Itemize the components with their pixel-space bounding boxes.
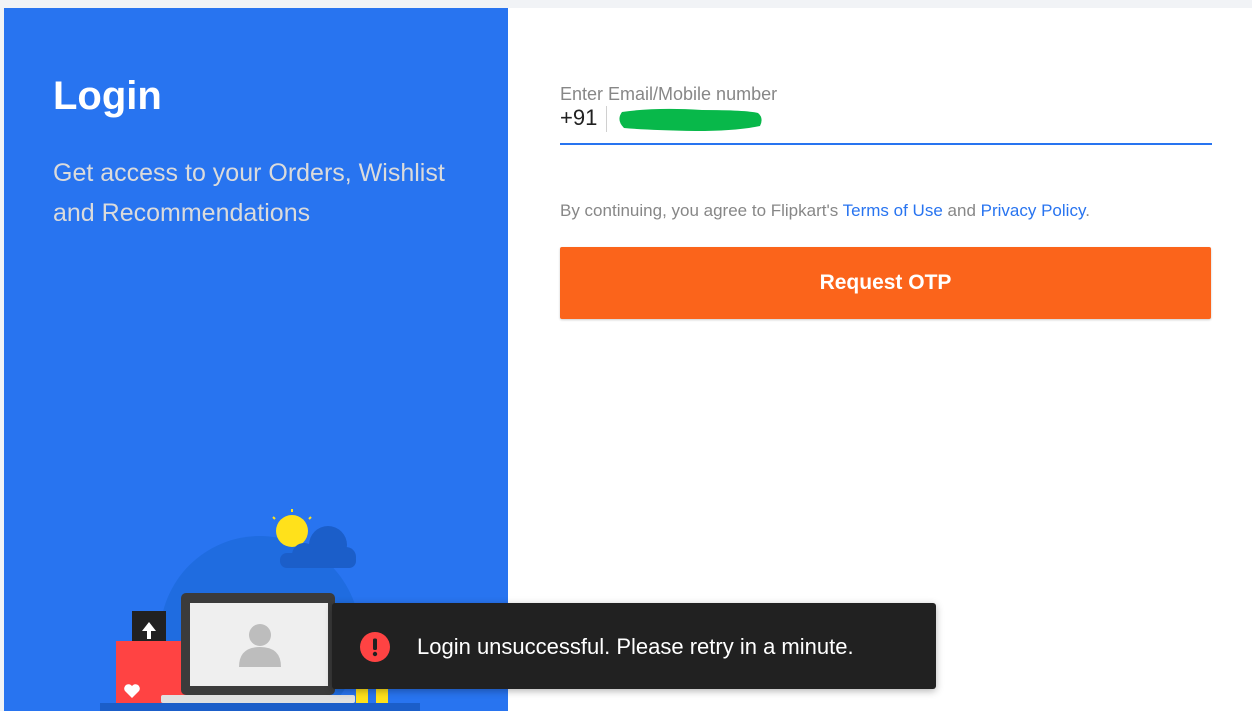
login-subtitle: Get access to your Orders, Wishlist and … [53,159,445,227]
terms-and: and [947,201,976,220]
error-icon [360,632,390,662]
error-toast: Login unsuccessful. Please retry in a mi… [332,603,936,689]
terms-text: By continuing, you agree to Flipkart's T… [560,200,1090,222]
login-title: Login [53,74,162,118]
phone-field: +91 [560,104,1212,144]
redaction-mark [619,108,762,131]
terms-suffix: . [1085,201,1090,220]
laptop-icon [161,593,355,703]
privacy-policy-link[interactable]: Privacy Policy [981,201,1086,220]
terms-of-use-link[interactable]: Terms of Use [843,201,943,220]
field-label: Enter Email/Mobile number [560,84,778,104]
terms-prefix: By continuing, you agree to Flipkart's [560,201,839,220]
field-underline [560,143,1212,145]
country-code-divider [606,106,607,132]
toast-message: Login unsuccessful. Please retry in a mi… [417,634,854,659]
country-code: +91 [560,105,598,130]
desk-shelf [100,703,420,711]
request-otp-button[interactable]: Request OTP [560,247,1211,319]
